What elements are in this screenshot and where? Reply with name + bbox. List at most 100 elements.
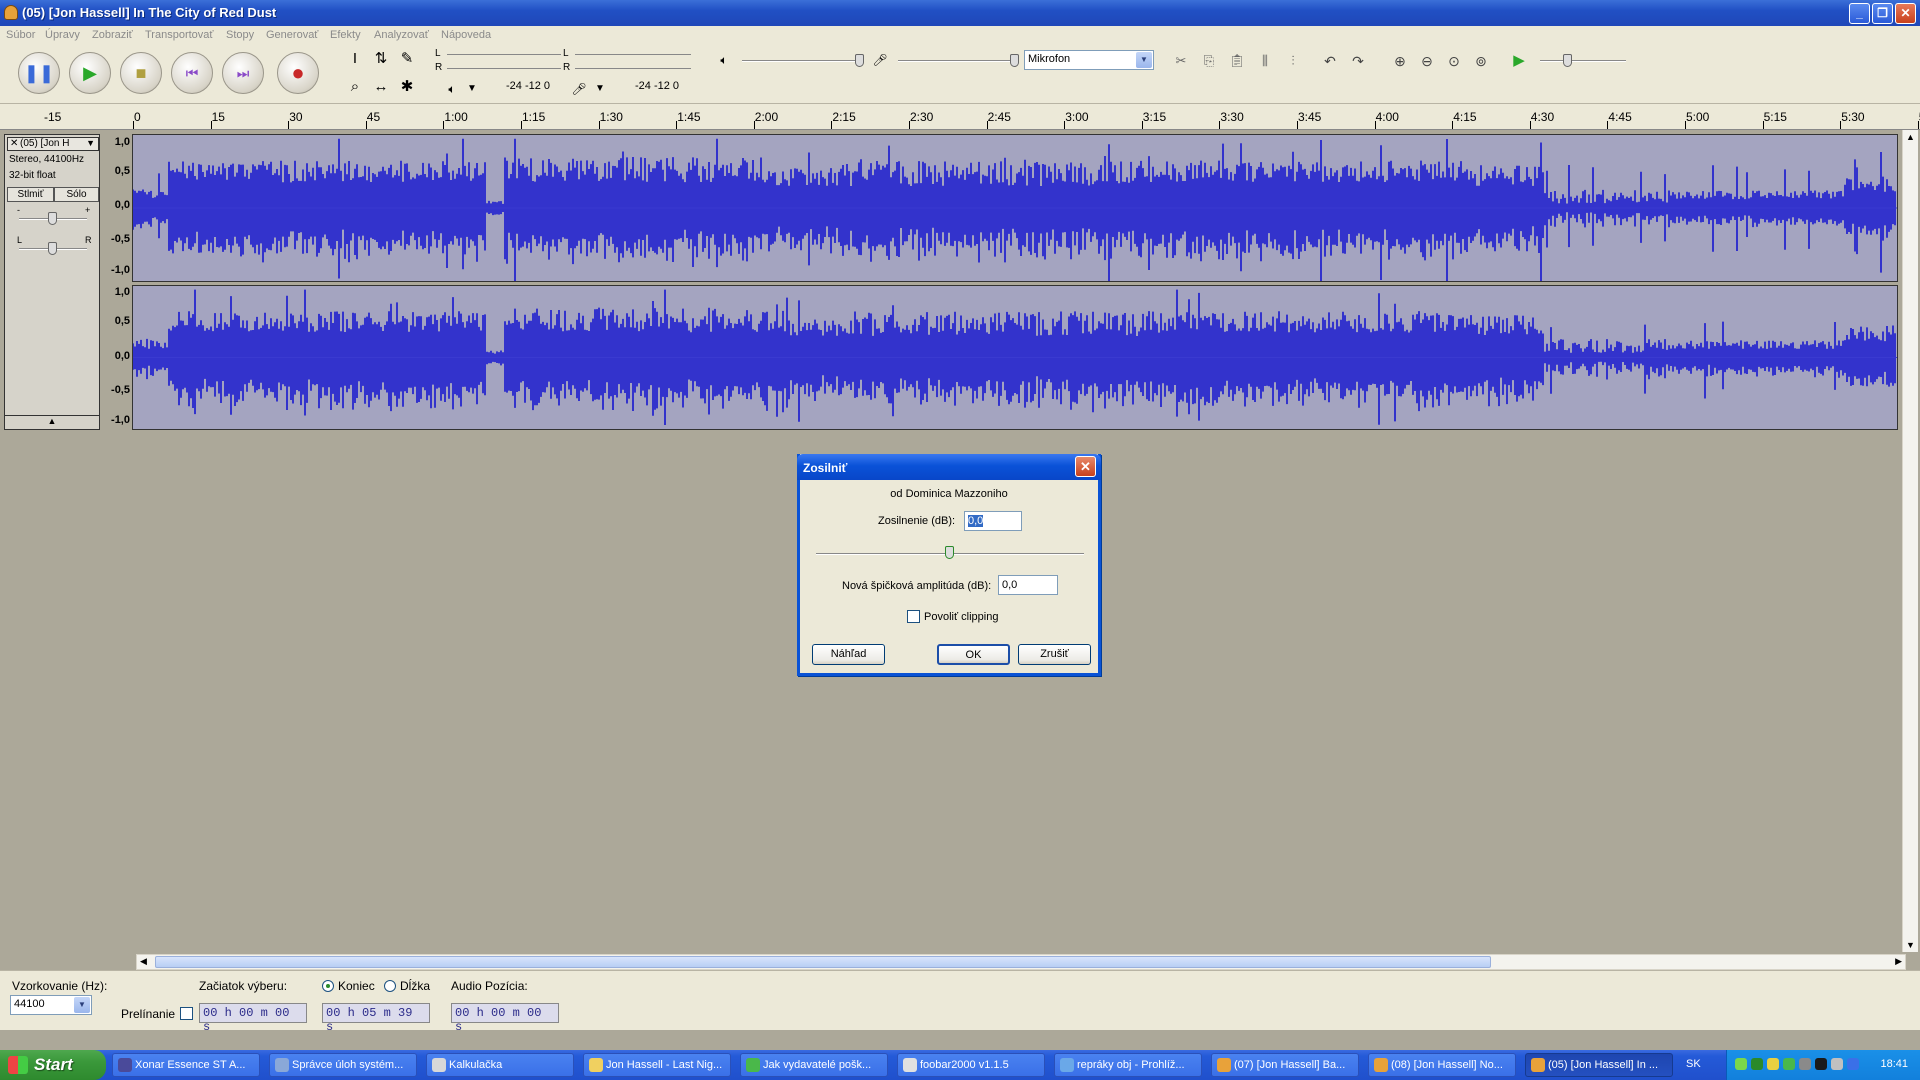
draw-tool-icon[interactable]: ✎ <box>395 47 419 71</box>
zoom-selection-icon[interactable]: ⊙ <box>1442 49 1466 73</box>
peak-amplitude-label: Nová špičková amplitúda (dB): <box>842 580 992 592</box>
cut-icon[interactable]: ✂ <box>1169 49 1193 73</box>
snap-to-checkbox[interactable] <box>180 1007 193 1020</box>
play-button[interactable]: ▶ <box>69 52 111 94</box>
track-close-icon[interactable]: ✕ <box>10 138 18 149</box>
timeline-ruler[interactable]: -15 0 15 30 45 1:00 1:15 1:30 1:45 2:00 2:15 2:30 2:… <box>0 104 1920 130</box>
selection-end-time[interactable]: 00 h 05 m 39 s <box>322 1003 430 1034</box>
meter-r-label: R <box>563 62 571 73</box>
track-name-menu[interactable]: ✕ (05) [Jon H ▼ <box>7 137 99 151</box>
menu-file[interactable]: Súbor <box>6 29 35 41</box>
amplification-input[interactable]: 0,0 <box>964 511 1022 531</box>
length-radio[interactable] <box>384 980 396 992</box>
tray-app-icon[interactable] <box>1735 1058 1747 1070</box>
pause-button[interactable]: ❚❚ <box>18 52 60 94</box>
menu-transport[interactable]: Transportovať <box>145 29 214 41</box>
solo-button[interactable]: Sólo <box>54 187 99 202</box>
menu-edit[interactable]: Úpravy <box>45 29 80 41</box>
taskbar-item[interactable]: Jon Hassell - Last Nig... <box>583 1053 731 1077</box>
peak-amplitude-input[interactable]: 0,0 <box>998 575 1058 595</box>
play-icon: ▶ <box>83 63 97 83</box>
end-radio[interactable] <box>322 980 334 992</box>
mute-button[interactable]: Stlmiť <box>7 187 54 202</box>
play-speed-slider[interactable] <box>1563 54 1572 67</box>
redo-icon[interactable]: ↷ <box>1346 49 1370 73</box>
scroll-left-icon[interactable]: ◀ <box>140 956 147 967</box>
taskbar-item[interactable]: (08) [Jon Hassell] No... <box>1368 1053 1516 1077</box>
undo-icon[interactable]: ↶ <box>1318 49 1342 73</box>
input-volume-slider[interactable] <box>1010 54 1019 67</box>
multi-tool-icon[interactable]: ✱ <box>395 75 419 99</box>
dialog-title[interactable]: Zosilniť <box>797 454 1101 480</box>
horizontal-scroll-thumb[interactable] <box>155 956 1491 968</box>
tray-app-icon[interactable] <box>1815 1058 1827 1070</box>
preview-button[interactable]: Náhľad <box>812 644 885 665</box>
taskbar-item[interactable]: Jak vydavatelé pošk... <box>740 1053 888 1077</box>
horizontal-scrollbar[interactable]: ◀ ▶ <box>136 954 1906 970</box>
close-button[interactable]: ✕ <box>1895 3 1916 24</box>
record-button[interactable]: ● <box>277 52 319 94</box>
paste-icon[interactable]: 📋︎ <box>1225 49 1249 73</box>
taskbar-item-active[interactable]: (05) [Jon Hassell] In ... <box>1525 1053 1673 1077</box>
audio-position-time[interactable]: 00 h 00 m 00 s <box>451 1003 559 1034</box>
taskbar-item[interactable]: Správce úloh systém... <box>269 1053 417 1077</box>
gain-slider[interactable] <box>48 212 57 225</box>
pan-slider[interactable] <box>48 242 57 255</box>
ok-button[interactable]: OK <box>937 644 1010 665</box>
minimize-button[interactable]: _ <box>1849 3 1870 24</box>
taskbar-item[interactable]: (07) [Jon Hassell] Ba... <box>1211 1053 1359 1077</box>
taskbar-item[interactable]: foobar2000 v1.1.5 <box>897 1053 1045 1077</box>
dialog-close-button[interactable]: ✕ <box>1075 456 1096 477</box>
skip-end-button[interactable]: ⏭ <box>222 52 264 94</box>
stop-icon: ■ <box>135 63 147 83</box>
sample-rate-select[interactable]: 44100 ▼ <box>10 995 92 1015</box>
menu-generate[interactable]: Generovať <box>266 29 318 41</box>
taskbar-item[interactable]: Kalkulačka <box>426 1053 574 1077</box>
allow-clipping-checkbox[interactable] <box>907 610 920 623</box>
envelope-tool-icon[interactable]: ⇅ <box>369 47 393 71</box>
scroll-right-icon[interactable]: ▶ <box>1895 956 1902 967</box>
zoom-out-icon[interactable]: ⊖ <box>1415 49 1439 73</box>
menu-effects[interactable]: Efekty <box>330 29 361 41</box>
menu-analyze[interactable]: Analyzovať <box>374 29 429 41</box>
start-button[interactable]: Start <box>0 1050 106 1080</box>
window-titlebar[interactable]: (05) [Jon Hassell] In The City of Red Du… <box>0 0 1920 26</box>
language-indicator[interactable]: SK <box>1686 1058 1701 1070</box>
tray-network-icon[interactable] <box>1847 1058 1859 1070</box>
menu-tracks[interactable]: Stopy <box>226 29 254 41</box>
tray-app-icon[interactable] <box>1783 1058 1795 1070</box>
scroll-up-icon[interactable]: ▲ <box>1906 132 1915 142</box>
input-source-select[interactable]: Mikrofon ▼ <box>1024 50 1154 70</box>
trim-icon[interactable]: ⫼ <box>1253 49 1277 73</box>
amplification-slider[interactable] <box>945 546 954 559</box>
maximize-button[interactable]: ❐ <box>1872 3 1893 24</box>
vertical-scrollbar[interactable]: ▲ ▼ <box>1902 130 1918 952</box>
tray-app-icon[interactable] <box>1767 1058 1779 1070</box>
zoom-in-icon[interactable]: ⊕ <box>1388 49 1412 73</box>
play-at-speed-icon[interactable]: ▶ <box>1507 49 1531 73</box>
zoom-fit-icon[interactable]: ⊚ <box>1469 49 1493 73</box>
output-volume-slider[interactable] <box>855 54 864 67</box>
skip-start-button[interactable]: ⏮ <box>171 52 213 94</box>
silence-icon[interactable]: ⫶ <box>1281 49 1305 73</box>
menu-help[interactable]: Nápoveda <box>441 29 491 41</box>
menu-view[interactable]: Zobraziť <box>92 29 133 41</box>
zoom-tool-icon[interactable]: ⌕ <box>343 75 367 99</box>
scroll-down-icon[interactable]: ▼ <box>1906 940 1915 950</box>
waveform-left-channel[interactable] <box>132 134 1898 282</box>
chevron-down-icon[interactable]: ▼ <box>460 77 484 101</box>
timeshift-tool-icon[interactable]: ↔ <box>369 75 393 99</box>
copy-icon[interactable]: ⎘ <box>1197 49 1221 73</box>
selection-tool-icon[interactable]: I <box>343 47 367 71</box>
waveform-right-channel[interactable] <box>132 285 1898 430</box>
tray-app-icon[interactable] <box>1799 1058 1811 1070</box>
taskbar-item[interactable]: Xonar Essence ST A... <box>112 1053 260 1077</box>
chevron-down-icon[interactable]: ▼ <box>588 77 612 101</box>
stop-button[interactable]: ■ <box>120 52 162 94</box>
tray-volume-icon[interactable] <box>1831 1058 1843 1070</box>
selection-start-time[interactable]: 00 h 00 m 00 s <box>199 1003 307 1034</box>
cancel-button[interactable]: Zrušiť <box>1018 644 1091 665</box>
taskbar-item[interactable]: repráky obj - Prohlíž... <box>1054 1053 1202 1077</box>
collapse-track-icon[interactable]: ▲ <box>5 415 99 429</box>
tray-app-icon[interactable] <box>1751 1058 1763 1070</box>
